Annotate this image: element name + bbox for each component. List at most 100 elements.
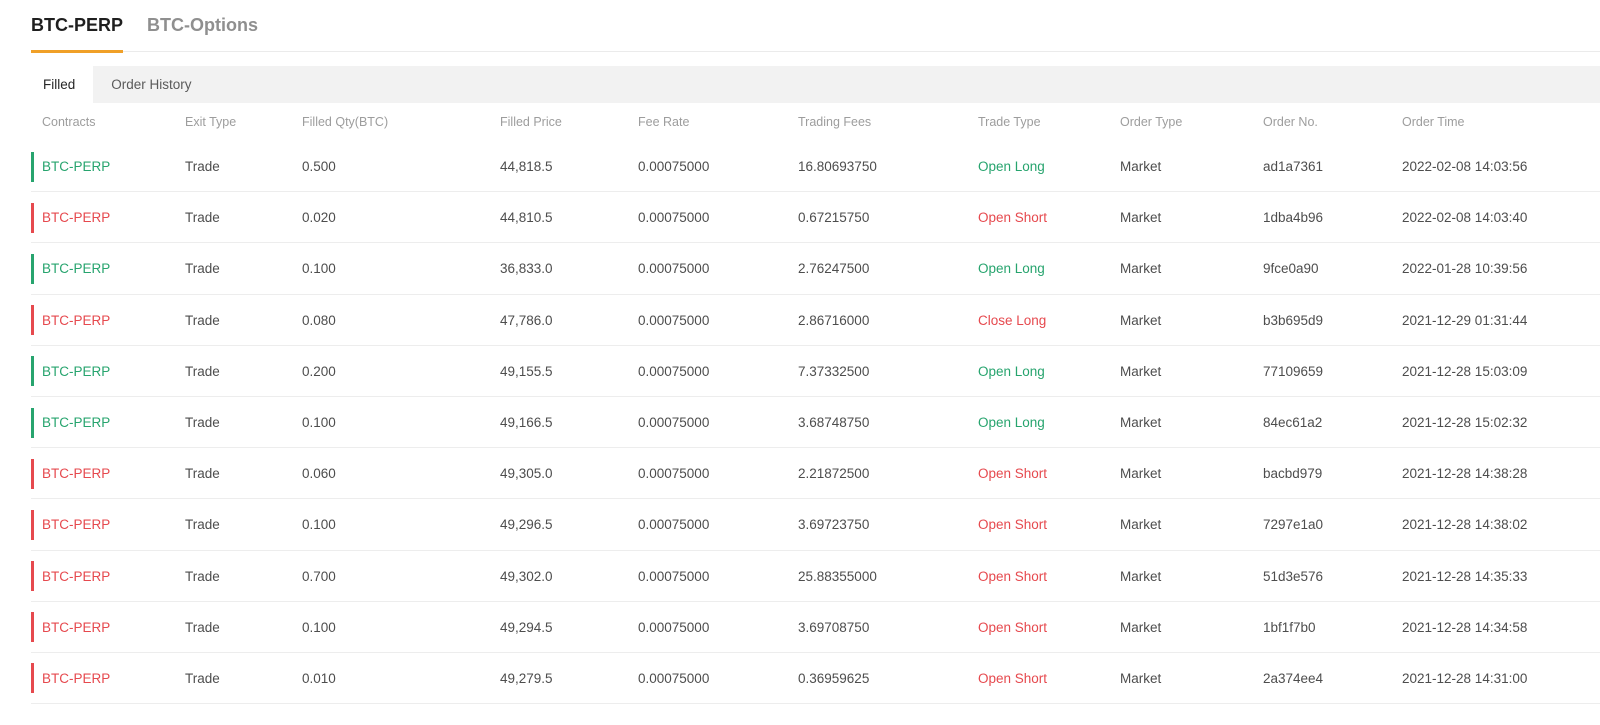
- order-type-cell: Market: [1120, 466, 1162, 482]
- order-no-cell: 77109659: [1263, 363, 1324, 379]
- order-time-cell: 2021-12-28 14:35:33: [1402, 568, 1528, 584]
- contract-cell: BTC-PERP: [0, 509, 185, 540]
- order-time-cell: 2021-12-28 14:31:00: [1402, 670, 1528, 686]
- exit-type-cell: Trade: [185, 670, 220, 686]
- column-header-exit-type: Exit Type: [185, 115, 237, 129]
- exit-type-cell: Trade: [185, 312, 220, 328]
- side-indicator-bar: [31, 663, 34, 694]
- order-time-cell: 2022-02-08 14:03:40: [1402, 210, 1528, 226]
- filled-qty-cell: 0.010: [302, 670, 336, 686]
- order-type-cell: Market: [1120, 210, 1162, 226]
- fee-rate-cell: 0.00075000: [638, 415, 710, 431]
- tab-btc-options[interactable]: BTC-Options: [147, 15, 258, 53]
- trading-fees-cell: 3.68748750: [798, 415, 870, 431]
- order-no-cell: ad1a7361: [1263, 159, 1324, 175]
- contract-label: BTC-PERP: [42, 619, 111, 635]
- filled-price-cell: 49,166.5: [500, 415, 553, 431]
- contract-cell: BTC-PERP: [0, 356, 185, 387]
- trading-fees-cell: 0.36959625: [798, 670, 870, 686]
- fee-rate-cell: 0.00075000: [638, 159, 710, 175]
- column-header-order-no: Order No.: [1263, 115, 1318, 129]
- filled-price-cell: 49,296.5: [500, 517, 553, 533]
- fee-rate-cell: 0.00075000: [638, 466, 710, 482]
- filled-price-cell: 49,302.0: [500, 568, 553, 584]
- filled-qty-cell: 0.020: [302, 210, 336, 226]
- table-row: BTC-PERP Trade 0.100 49,166.5 0.00075000…: [0, 397, 1600, 449]
- tab-btc-perp[interactable]: BTC-PERP: [31, 15, 124, 53]
- trading-fees-cell: 25.88355000: [798, 568, 877, 584]
- order-type-cell: Market: [1120, 261, 1162, 277]
- filled-qty-cell: 0.500: [302, 159, 336, 175]
- contract-cell: BTC-PERP: [0, 458, 185, 489]
- column-header-filled-price: Filled Price: [500, 115, 562, 129]
- contract-label: BTC-PERP: [42, 363, 111, 379]
- table-row: BTC-PERP Trade 0.010 49,279.5 0.00075000…: [0, 653, 1600, 705]
- trading-fees-cell: 0.67215750: [798, 210, 870, 226]
- order-time-cell: 2022-02-08 14:03:56: [1402, 159, 1528, 175]
- exit-type-cell: Trade: [185, 619, 220, 635]
- side-indicator-bar: [31, 253, 34, 284]
- order-type-cell: Market: [1120, 568, 1162, 584]
- fee-rate-cell: 0.00075000: [638, 363, 710, 379]
- fee-rate-cell: 0.00075000: [638, 312, 710, 328]
- order-type-cell: Market: [1120, 415, 1162, 431]
- filled-qty-cell: 0.200: [302, 363, 336, 379]
- tab-filled[interactable]: Filled: [25, 66, 94, 103]
- filled-qty-cell: 0.700: [302, 568, 336, 584]
- contract-cell: BTC-PERP: [0, 407, 185, 438]
- trade-type-cell: Open Short: [978, 670, 1048, 686]
- filled-price-cell: 44,810.5: [500, 210, 553, 226]
- exit-type-cell: Trade: [185, 517, 220, 533]
- filled-qty-cell: 0.100: [302, 415, 336, 431]
- contract-cell: BTC-PERP: [0, 151, 185, 182]
- side-indicator-bar: [31, 151, 34, 182]
- order-no-cell: 2a374ee4: [1263, 670, 1324, 686]
- side-indicator-bar: [31, 612, 34, 643]
- filled-price-cell: 49,279.5: [500, 670, 553, 686]
- filled-price-cell: 44,818.5: [500, 159, 553, 175]
- contract-tabs: BTC-PERP BTC-Options: [31, 0, 1600, 53]
- side-indicator-bar: [31, 407, 34, 438]
- trading-fees-cell: 2.86716000: [798, 312, 870, 328]
- order-no-cell: b3b695d9: [1263, 312, 1324, 328]
- fee-rate-cell: 0.00075000: [638, 619, 710, 635]
- order-type-cell: Market: [1120, 312, 1162, 328]
- exit-type-cell: Trade: [185, 261, 220, 277]
- trading-fees-cell: 2.21872500: [798, 466, 870, 482]
- table-row: BTC-PERP Trade 0.100 36,833.0 0.00075000…: [0, 243, 1600, 295]
- order-time-cell: 2021-12-28 14:38:28: [1402, 466, 1528, 482]
- trading-fees-cell: 16.80693750: [798, 159, 877, 175]
- contract-cell: BTC-PERP: [0, 202, 185, 233]
- order-time-cell: 2021-12-28 15:03:09: [1402, 363, 1528, 379]
- contract-label: BTC-PERP: [42, 466, 111, 482]
- order-time-cell: 2021-12-29 01:31:44: [1402, 312, 1528, 328]
- filled-qty-cell: 0.100: [302, 517, 336, 533]
- contract-cell: BTC-PERP: [0, 612, 185, 643]
- order-type-cell: Market: [1120, 363, 1162, 379]
- side-indicator-bar: [31, 202, 34, 233]
- trade-type-cell: Open Long: [978, 363, 1045, 379]
- exit-type-cell: Trade: [185, 159, 220, 175]
- order-type-cell: Market: [1120, 619, 1162, 635]
- order-type-cell: Market: [1120, 670, 1162, 686]
- contract-cell: BTC-PERP: [0, 561, 185, 592]
- table-row: BTC-PERP Trade 0.700 49,302.0 0.00075000…: [0, 551, 1600, 602]
- trading-fees-cell: 3.69708750: [798, 619, 870, 635]
- filled-qty-cell: 0.060: [302, 466, 336, 482]
- order-no-cell: 1dba4b96: [1263, 210, 1324, 226]
- table-row: BTC-PERP Trade 0.100 49,294.5 0.00075000…: [0, 602, 1600, 654]
- side-indicator-bar: [31, 509, 34, 540]
- side-indicator-bar: [31, 305, 34, 336]
- table-row: BTC-PERP Trade 0.200 49,155.5 0.00075000…: [0, 346, 1600, 398]
- order-no-cell: 1bf1f7b0: [1263, 619, 1316, 635]
- trade-type-cell: Open Long: [978, 415, 1045, 431]
- order-no-cell: 7297e1a0: [1263, 517, 1324, 533]
- trade-type-cell: Open Short: [978, 568, 1048, 584]
- order-no-cell: bacbd979: [1263, 466, 1323, 482]
- tab-order-history[interactable]: Order History: [93, 66, 209, 103]
- order-no-cell: 84ec61a2: [1263, 415, 1323, 431]
- table-row: BTC-PERP Trade 0.060 49,305.0 0.00075000…: [0, 448, 1600, 500]
- filled-price-cell: 49,155.5: [500, 363, 553, 379]
- exit-type-cell: Trade: [185, 568, 220, 584]
- exit-type-cell: Trade: [185, 363, 220, 379]
